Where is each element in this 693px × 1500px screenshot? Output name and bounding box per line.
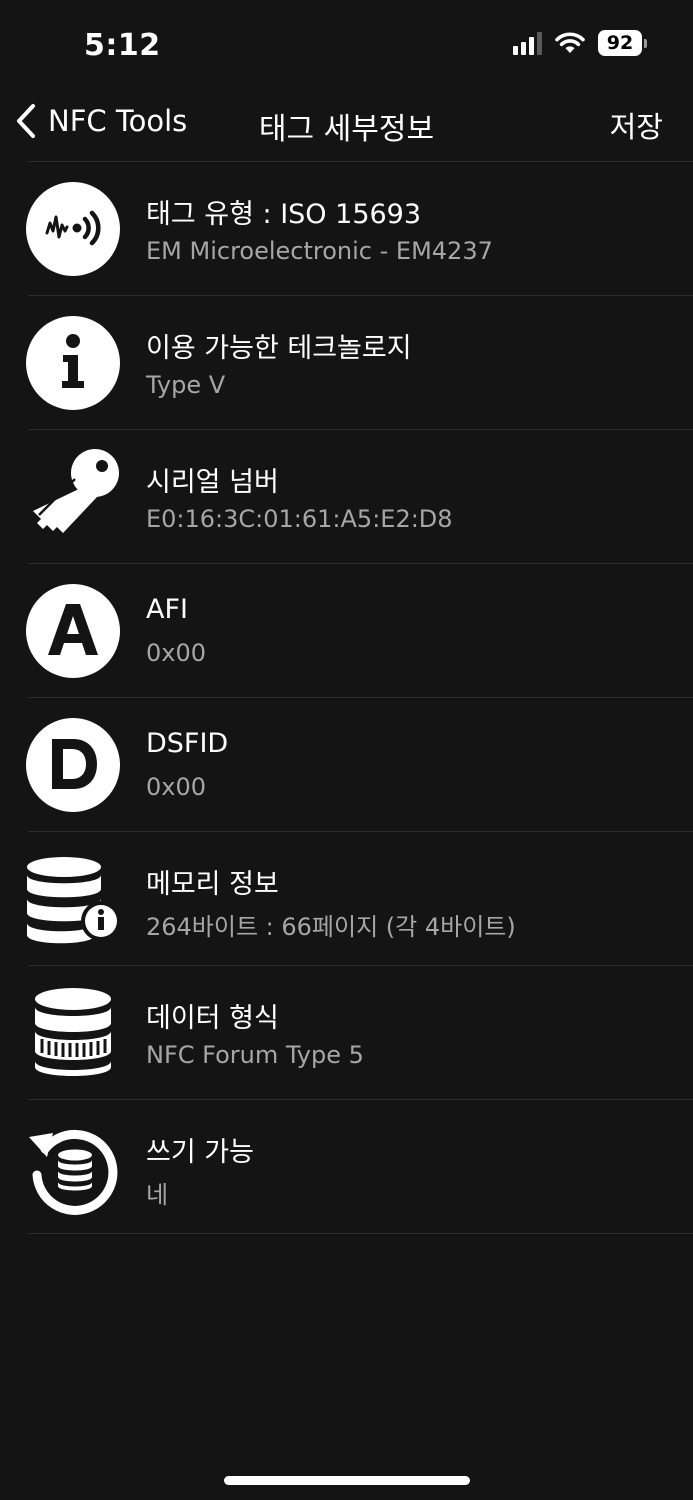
list-item-tag-type[interactable]: 태그 유형 : ISO 15693 EM Microelectronic - E… <box>26 161 693 295</box>
battery-level: 92 <box>598 30 642 56</box>
status-time: 5:12 <box>84 28 161 63</box>
info-icon <box>26 316 120 410</box>
status-bar: 5:12 92 <box>0 0 693 90</box>
signal-icon <box>513 31 542 55</box>
list-item-afi[interactable]: AFI 0x00 <box>26 563 693 697</box>
list-item-writable[interactable]: 쓰기 가능 네 <box>28 1099 693 1234</box>
list-item-data-format[interactable]: 데이터 형식 NFC Forum Type 5 <box>28 965 693 1099</box>
item-subtitle: E0:16:3C:01:61:A5:E2:D8 <box>146 505 453 533</box>
nfc-wave-icon <box>26 182 120 276</box>
list-item-dsfid[interactable]: DSFID 0x00 <box>26 697 693 831</box>
save-button[interactable]: 저장 <box>610 104 663 146</box>
writable-icon <box>29 1129 118 1215</box>
database-icon <box>35 988 111 1076</box>
item-title: DSFID <box>146 728 229 759</box>
item-title: 쓰기 가능 <box>146 1137 254 1168</box>
database-info-icon <box>27 857 121 944</box>
wifi-icon <box>555 32 585 53</box>
item-title: 시리얼 넘버 <box>146 467 279 498</box>
list-item-memory-info[interactable]: 메모리 정보 264바이트 : 66페이지 (각 4바이트) <box>27 831 693 965</box>
home-indicator[interactable] <box>224 1476 470 1485</box>
item-subtitle: 네 <box>146 1181 169 1209</box>
item-subtitle: EM Microelectronic - EM4237 <box>146 237 493 265</box>
status-icons: 92 <box>513 30 647 56</box>
list-item-technologies[interactable]: 이용 가능한 테크놀로지 Type V <box>26 295 693 429</box>
page-title: 태그 세부정보 <box>258 112 435 147</box>
item-subtitle: Type V <box>146 371 226 399</box>
list-item-serial-number[interactable]: 시리얼 넘버 E0:16:3C:01:61:A5:E2:D8 <box>28 429 693 563</box>
tag-info-list: 태그 유형 : ISO 15693 EM Microelectronic - E… <box>0 161 693 1234</box>
item-title: 메모리 정보 <box>146 869 279 900</box>
item-title: 데이터 형식 <box>146 1003 279 1034</box>
letter-a-icon <box>26 584 120 678</box>
item-title: 이용 가능한 테크놀로지 <box>146 333 412 364</box>
item-title: 태그 유형 : ISO 15693 <box>146 199 422 230</box>
item-subtitle: NFC Forum Type 5 <box>146 1041 364 1069</box>
key-icon <box>33 449 119 533</box>
item-subtitle: 264바이트 : 66페이지 (각 4바이트) <box>146 913 516 941</box>
item-title: AFI <box>146 594 188 625</box>
item-subtitle: 0x00 <box>146 773 207 801</box>
nav-bar: NFC Tools 태그 세부정보 저장 <box>0 92 693 158</box>
item-subtitle: 0x00 <box>146 639 207 667</box>
battery-icon: 92 <box>598 30 647 56</box>
letter-d-icon <box>26 718 120 812</box>
